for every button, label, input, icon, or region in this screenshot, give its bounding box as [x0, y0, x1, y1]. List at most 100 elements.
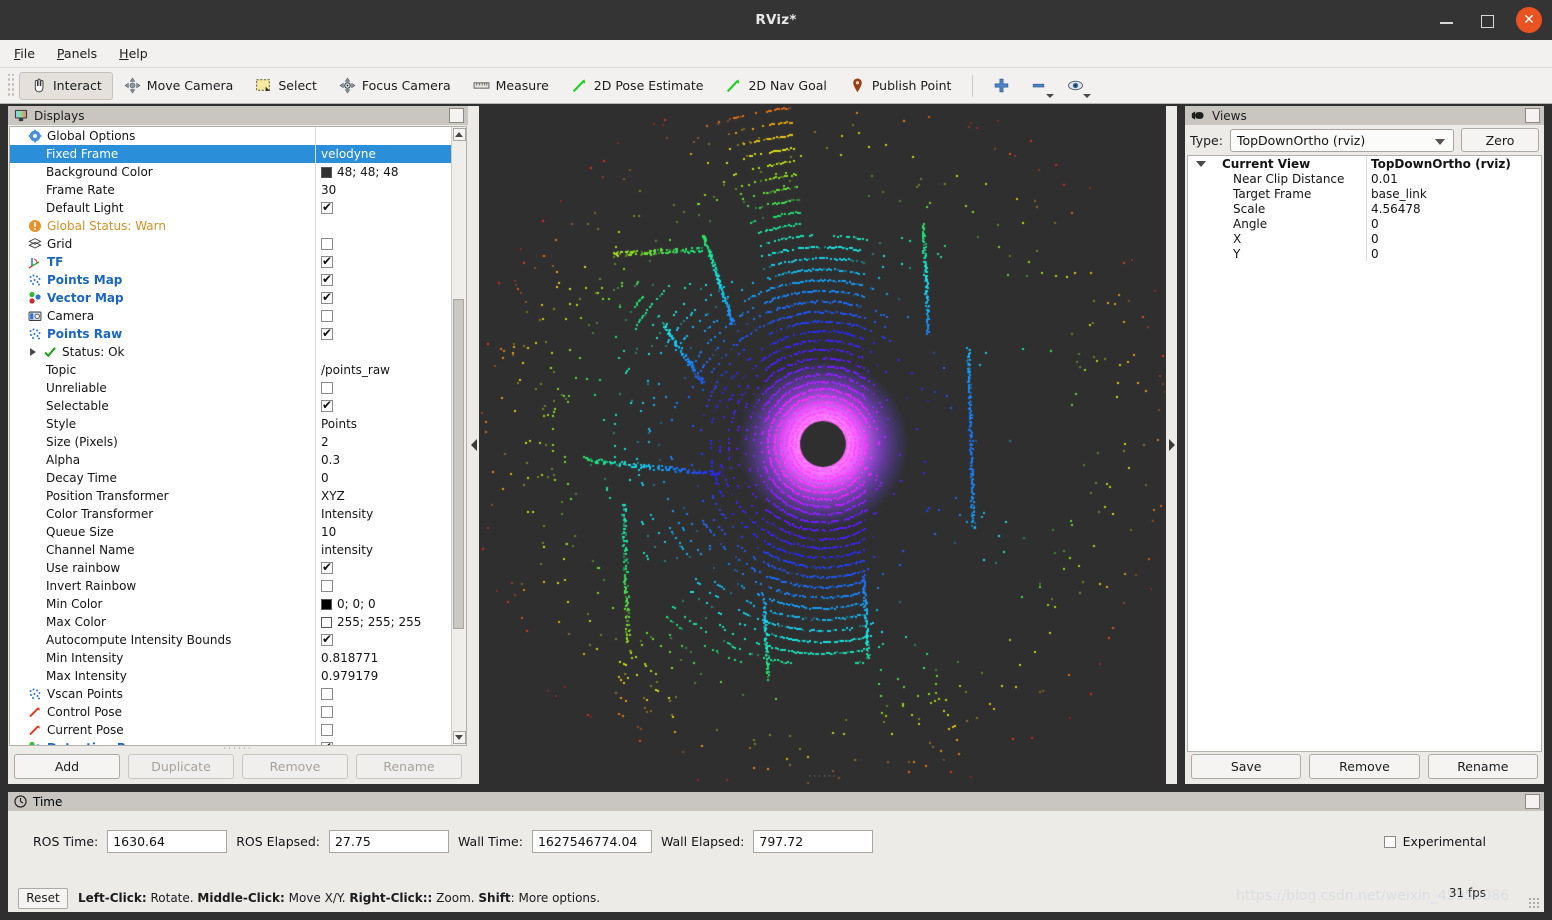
experimental-checkbox[interactable]: [1383, 835, 1396, 848]
views-float-button[interactable]: [1525, 108, 1540, 123]
display-row[interactable]: Min Intensity 0.818771: [10, 649, 451, 667]
view-property-row[interactable]: X0: [1188, 231, 1541, 246]
display-row[interactable]: Topic/points_raw: [10, 361, 451, 379]
remove-display-button[interactable]: Remove: [242, 753, 348, 779]
display-row-checkbox[interactable]: [321, 326, 333, 340]
view-property-row[interactable]: Scale 4.56478: [1188, 201, 1541, 216]
view-property-row[interactable]: Y0: [1188, 246, 1541, 261]
display-row[interactable]: Current Pose: [10, 721, 451, 739]
display-row-value[interactable]: [315, 721, 451, 739]
display-row-checkbox[interactable]: [321, 688, 333, 700]
display-row-value[interactable]: [315, 379, 451, 397]
view-property-value[interactable]: 4.56478: [1366, 201, 1541, 216]
display-row[interactable]: TF: [10, 253, 451, 271]
display-row[interactable]: Invert Rainbow: [10, 577, 451, 595]
reset-button[interactable]: Reset: [18, 887, 68, 909]
view-property-value[interactable]: 0: [1366, 246, 1541, 261]
display-row[interactable]: Detection Range: [10, 739, 451, 745]
display-row-checkbox[interactable]: [321, 238, 333, 250]
time-field-input[interactable]: 27.75: [328, 830, 449, 853]
display-row-checkbox[interactable]: [321, 272, 333, 286]
add-tool-button[interactable]: [983, 72, 1020, 100]
view-property-row[interactable]: Near Clip Distance 0.01: [1188, 171, 1541, 186]
view-property-row[interactable]: Current View TopDownOrtho (rviz): [1188, 156, 1541, 171]
color-swatch[interactable]: [321, 598, 332, 610]
display-row-checkbox[interactable]: [321, 310, 333, 322]
display-row-value[interactable]: [315, 397, 451, 415]
display-row-value[interactable]: 0.818771: [315, 649, 451, 667]
menu-panels[interactable]: Panels: [57, 46, 97, 61]
display-row-value[interactable]: [315, 631, 451, 649]
display-row[interactable]: Default Light: [10, 199, 451, 217]
view-property-value[interactable]: 0: [1366, 231, 1541, 246]
display-row[interactable]: Global Options: [10, 127, 451, 145]
display-row-value[interactable]: [315, 739, 451, 745]
rename-view-button[interactable]: Rename: [1427, 753, 1538, 779]
display-row[interactable]: Vector Map: [10, 289, 451, 307]
display-row[interactable]: Queue Size 10: [10, 523, 451, 541]
scroll-up-button[interactable]: [452, 128, 466, 141]
display-row[interactable]: Camera: [10, 307, 451, 325]
color-swatch[interactable]: [321, 166, 332, 178]
left-panel-collapse-handle[interactable]: [468, 106, 479, 784]
display-row-checkbox[interactable]: [321, 580, 333, 592]
tool-publish-point[interactable]: Publish Point: [838, 72, 963, 100]
display-row-value[interactable]: /points_raw: [315, 361, 451, 379]
display-row[interactable]: Autocompute Intensity Bounds: [10, 631, 451, 649]
menu-file[interactable]: File: [14, 46, 35, 61]
display-row-value[interactable]: [315, 235, 451, 253]
minimize-button[interactable]: [1436, 9, 1458, 31]
displays-scroll-thumb[interactable]: [453, 299, 464, 629]
display-row[interactable]: Background Color 48; 48; 48: [10, 163, 451, 181]
display-row-value[interactable]: 48; 48; 48: [315, 163, 451, 181]
display-row-checkbox[interactable]: [321, 724, 333, 736]
viewport-splitter-handle[interactable]: ······: [808, 772, 837, 782]
display-row-value[interactable]: 30: [315, 181, 451, 199]
tool-interact[interactable]: Interact: [19, 71, 113, 100]
remove-tool-button[interactable]: [1020, 72, 1057, 100]
display-row[interactable]: Position Transformer XYZ: [10, 487, 451, 505]
display-row-value[interactable]: [315, 271, 451, 289]
display-row-value[interactable]: [315, 307, 451, 325]
display-row[interactable]: Frame Rate 30: [10, 181, 451, 199]
render-viewport[interactable]: ······: [481, 106, 1165, 784]
view-property-value[interactable]: 0: [1366, 216, 1541, 231]
display-row[interactable]: Color Transformer Intensity: [10, 505, 451, 523]
time-field-input[interactable]: 797.72: [753, 830, 874, 853]
display-row[interactable]: Alpha 0.3: [10, 451, 451, 469]
tool-2d-pose-estimate[interactable]: 2D Pose Estimate: [560, 72, 715, 100]
view-property-value[interactable]: TopDownOrtho (rviz): [1366, 156, 1541, 171]
display-row-checkbox[interactable]: [321, 254, 333, 268]
display-row-value[interactable]: [315, 199, 451, 217]
display-row-value[interactable]: XYZ: [315, 487, 451, 505]
display-row[interactable]: Fixed Frame velodyne: [10, 145, 451, 163]
time-float-button[interactable]: [1525, 794, 1540, 809]
display-row[interactable]: Style Points: [10, 415, 451, 433]
display-row-value[interactable]: 2: [315, 433, 451, 451]
display-row[interactable]: Grid: [10, 235, 451, 253]
display-row-checkbox[interactable]: [321, 290, 333, 304]
close-button[interactable]: ✕: [1516, 7, 1542, 33]
display-row-value[interactable]: [315, 343, 451, 361]
menu-help[interactable]: Help: [119, 46, 148, 61]
display-row[interactable]: Size (Pixels) 2: [10, 433, 451, 451]
visibility-caret-icon[interactable]: [1083, 93, 1092, 98]
tool-2d-nav-goal[interactable]: 2D Nav Goal: [714, 72, 837, 100]
display-row-checkbox[interactable]: [321, 382, 333, 394]
display-row-value[interactable]: 10: [315, 523, 451, 541]
displays-tree[interactable]: Global Options Fixed Frame velodyne Backgro…: [10, 127, 451, 745]
tool-select[interactable]: Select: [244, 72, 328, 100]
display-row[interactable]: Points Map: [10, 271, 451, 289]
display-row[interactable]: Unreliable: [10, 379, 451, 397]
time-field-input[interactable]: 1627546774.04: [531, 830, 652, 853]
scroll-down-button[interactable]: [452, 731, 466, 744]
display-row-checkbox[interactable]: [321, 560, 333, 574]
view-property-row[interactable]: Target Frame base_link: [1188, 186, 1541, 201]
remove-view-button[interactable]: Remove: [1309, 753, 1420, 779]
tool-measure[interactable]: Measure: [462, 72, 560, 100]
display-row[interactable]: Use rainbow: [10, 559, 451, 577]
remove-tool-caret-icon[interactable]: [1046, 93, 1055, 98]
views-property-tree[interactable]: Current View TopDownOrtho (rviz) Near Clip…: [1187, 155, 1542, 752]
display-row-value[interactable]: [315, 577, 451, 595]
display-row-value[interactable]: [315, 685, 451, 703]
